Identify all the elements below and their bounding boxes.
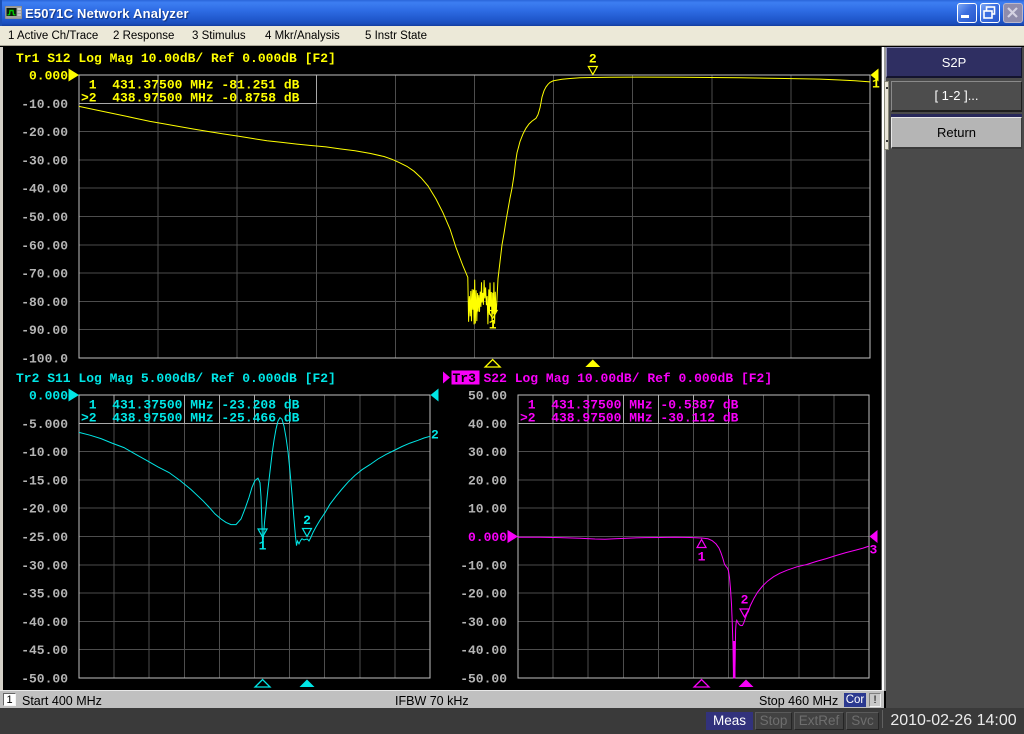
svg-text:-40.00: -40.00 <box>21 615 68 630</box>
svg-text:>2 438.97500 MHz -0.8758 dB: >2 438.97500 MHz -0.8758 dB <box>81 91 300 106</box>
svg-text:-100.0: -100.0 <box>21 352 68 367</box>
svg-text:-35.00: -35.00 <box>21 587 68 602</box>
svg-text:>2 438.97500 MHz -25.466 dB: >2 438.97500 MHz -25.466 dB <box>81 411 300 426</box>
svg-text:-30.00: -30.00 <box>460 615 507 630</box>
svg-text:-10.00: -10.00 <box>21 97 68 112</box>
svg-text:3: 3 <box>870 543 878 558</box>
svg-text:-10.00: -10.00 <box>21 445 68 460</box>
svg-text:1: 1 <box>489 318 497 333</box>
svg-text:2: 2 <box>431 428 439 443</box>
svg-text:>2 438.97500 MHz -30.112 dB: >2 438.97500 MHz -30.112 dB <box>520 411 739 426</box>
svg-text:30.00: 30.00 <box>468 445 507 460</box>
svg-text:0.000: 0.000 <box>29 389 68 404</box>
svg-text:-50.00: -50.00 <box>21 210 68 225</box>
svg-text:Tr1 S12 Log Mag 10.00dB/ Ref 0: Tr1 S12 Log Mag 10.00dB/ Ref 0.000dB [F2… <box>16 51 336 66</box>
svg-text:10.00: 10.00 <box>468 502 507 517</box>
svg-text:-5.000: -5.000 <box>21 417 68 432</box>
svg-text:-50.00: -50.00 <box>21 672 68 687</box>
svg-text:-40.00: -40.00 <box>460 643 507 658</box>
svg-text:-50.00: -50.00 <box>460 672 507 687</box>
svg-text:-90.00: -90.00 <box>21 323 68 338</box>
svg-text:-10.00: -10.00 <box>460 558 507 573</box>
svg-text:-70.00: -70.00 <box>21 267 68 282</box>
svg-text:-20.00: -20.00 <box>21 125 68 140</box>
svg-text:50.00: 50.00 <box>468 389 507 404</box>
svg-text:0.000: 0.000 <box>29 69 68 84</box>
svg-text:-20.00: -20.00 <box>460 587 507 602</box>
svg-text:-40.00: -40.00 <box>21 182 68 197</box>
svg-text:2: 2 <box>589 52 597 67</box>
svg-text:1: 1 <box>872 77 880 92</box>
svg-text:40.00: 40.00 <box>468 417 507 432</box>
svg-text:2: 2 <box>741 593 749 608</box>
svg-text:Tr2 S11 Log Mag 5.000dB/ Ref 0: Tr2 S11 Log Mag 5.000dB/ Ref 0.000dB [F2… <box>16 371 336 386</box>
svg-text:-60.00: -60.00 <box>21 238 68 253</box>
svg-text:0.000: 0.000 <box>468 530 507 545</box>
svg-text:1: 1 <box>259 539 267 554</box>
svg-text:-15.00: -15.00 <box>21 473 68 488</box>
svg-text:-25.00: -25.00 <box>21 530 68 545</box>
svg-text:-30.00: -30.00 <box>21 153 68 168</box>
svg-text:2: 2 <box>303 513 311 528</box>
svg-text:20.00: 20.00 <box>468 473 507 488</box>
svg-text:-30.00: -30.00 <box>21 558 68 573</box>
svg-text:-80.00: -80.00 <box>21 295 68 310</box>
svg-text:Tr3: Tr3 <box>453 371 477 386</box>
svg-text:-20.00: -20.00 <box>21 502 68 517</box>
svg-text:1: 1 <box>698 550 706 565</box>
svg-text:-45.00: -45.00 <box>21 643 68 658</box>
svg-text:S22 Log Mag 10.00dB/ Ref 0.000: S22 Log Mag 10.00dB/ Ref 0.000dB [F2] <box>484 371 773 386</box>
